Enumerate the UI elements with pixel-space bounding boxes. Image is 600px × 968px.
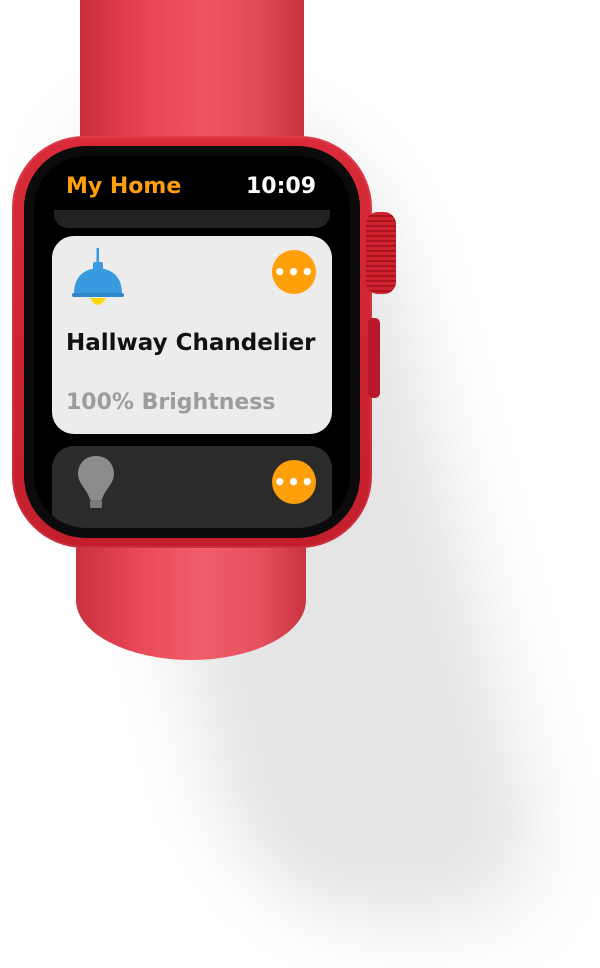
light-bulb-icon xyxy=(78,456,114,508)
accessory-card[interactable]: ••• Hallway Chandelier 100% Brightness xyxy=(52,236,332,434)
next-accessory-card[interactable]: ••• xyxy=(52,446,332,528)
more-options-button[interactable]: ••• xyxy=(272,250,316,294)
accessory-status: 100% Brightness xyxy=(66,390,276,415)
product-stage: My Home 10:09 ••• Hallway Chandelier 100… xyxy=(0,0,600,968)
clock: 10:09 xyxy=(245,174,316,199)
watch-bezel: My Home 10:09 ••• Hallway Chandelier 100… xyxy=(24,146,360,538)
watch-screen: My Home 10:09 ••• Hallway Chandelier 100… xyxy=(34,156,350,528)
previous-card-peek[interactable] xyxy=(54,210,330,228)
digital-crown[interactable] xyxy=(366,212,396,294)
pendant-lamp-icon xyxy=(72,248,124,305)
more-options-button-2[interactable]: ••• xyxy=(272,460,316,504)
side-button[interactable] xyxy=(368,318,380,398)
status-bar: My Home 10:09 xyxy=(34,156,350,216)
app-title[interactable]: My Home xyxy=(66,174,181,199)
accessory-name: Hallway Chandelier xyxy=(66,330,316,356)
